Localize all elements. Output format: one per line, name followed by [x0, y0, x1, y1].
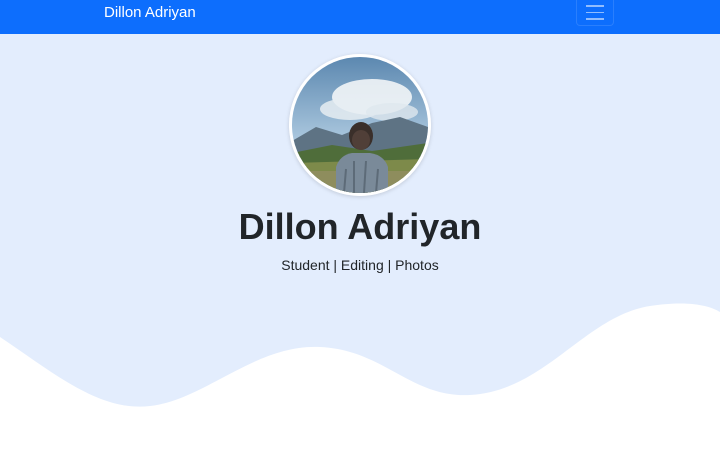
navbar: Dillon Adriyan: [0, 0, 720, 34]
profile-name: Dillon Adriyan: [238, 206, 482, 247]
avatar: [289, 54, 431, 196]
hamburger-menu-icon: [586, 5, 604, 7]
navbar-toggler-button[interactable]: [576, 0, 614, 26]
navbar-brand[interactable]: Dillon Adriyan: [104, 4, 196, 21]
profile-tagline: Student | Editing | Photos: [281, 257, 439, 273]
hero-section: Dillon Adriyan Student | Editing | Photo…: [0, 34, 720, 463]
profile-photo: [292, 57, 428, 193]
